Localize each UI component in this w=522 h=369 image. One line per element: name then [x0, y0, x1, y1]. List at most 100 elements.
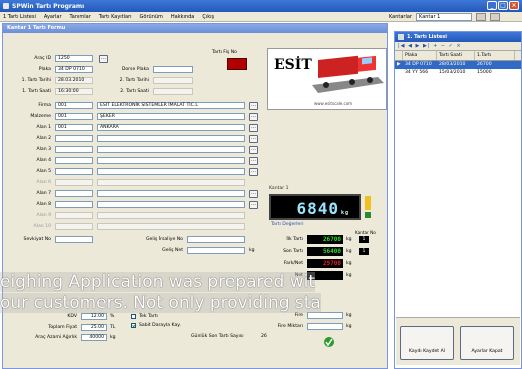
- arac-azami-field[interactable]: 40000: [81, 334, 107, 341]
- kaydi-kaydet-button[interactable]: Kaydı Kaydet Al: [400, 326, 454, 360]
- tarti2-saat-field[interactable]: [153, 88, 193, 95]
- menu-gorunum[interactable]: Görünüm: [140, 14, 163, 20]
- alan1-lookup-button[interactable]: …: [249, 124, 258, 132]
- tarti1-tarih-field[interactable]: 28.03.2010: [55, 77, 93, 84]
- alan4-name-field[interactable]: [97, 157, 245, 164]
- malzeme-name-field[interactable]: ŞEKER: [97, 113, 245, 120]
- alan7-name-field[interactable]: [97, 190, 245, 197]
- row-deger: 15000: [477, 70, 492, 75]
- sabit-dara-checkbox[interactable]: [131, 323, 136, 328]
- list-navigator[interactable]: |◀ ◀ ▶ ▶| + − ✓ ×: [395, 42, 521, 51]
- kdv-field[interactable]: 12.00: [81, 313, 107, 320]
- malzeme-code-field[interactable]: 001: [55, 113, 93, 120]
- toolbar-button-1[interactable]: [476, 13, 486, 21]
- alan8-name-field[interactable]: [97, 201, 245, 208]
- fire-label: Fire: [294, 313, 303, 318]
- alan5-name-field[interactable]: [97, 168, 245, 175]
- row-marker: ▶: [397, 62, 401, 67]
- sevkiyat-label: Sevkiyat No: [23, 237, 51, 242]
- row-plaka: 34 YY 566: [405, 70, 429, 75]
- alan2-name-field[interactable]: [97, 135, 245, 142]
- gelis-irsaliye-field[interactable]: [187, 236, 245, 243]
- alan2-lookup-button[interactable]: …: [249, 135, 258, 143]
- weight-display: 6840 kg: [269, 194, 361, 220]
- fark-net-label: Fark/Net: [283, 261, 303, 266]
- caption-line-2-text: our customers. Not only providing sta: [0, 293, 321, 313]
- alan7-lookup-button[interactable]: …: [249, 190, 258, 198]
- menu-ayarlar[interactable]: Ayarlar: [44, 14, 62, 20]
- weight-unit: kg: [340, 210, 349, 216]
- alan3-lookup-button[interactable]: …: [249, 146, 258, 154]
- ilk-tarti-label: İlk Tartı: [286, 237, 303, 242]
- list-row[interactable]: ▶ 34 DP 0710 28/03/2010 26700: [395, 61, 521, 69]
- tarti1-saat-field[interactable]: 16:30:00: [55, 88, 93, 95]
- tek-tarti-checkbox[interactable]: [131, 314, 136, 319]
- alan7-code-field[interactable]: [55, 190, 93, 197]
- column-1-tarti[interactable]: 1.Tartı: [475, 51, 515, 60]
- toplam-fiyat-field[interactable]: 25.00: [81, 324, 107, 331]
- minimize-button[interactable]: _: [487, 1, 497, 10]
- signal-bar-icon: [365, 196, 371, 218]
- alan3-code-field[interactable]: [55, 146, 93, 153]
- tarti-fis-no-display: [227, 58, 247, 70]
- close-button[interactable]: ×: [509, 1, 519, 10]
- truck-scale-icon: [312, 55, 384, 93]
- kantar-selector: Kantarlar Kantar 1: [389, 13, 500, 21]
- alan5-label: Alan 5: [36, 169, 51, 174]
- alan2-code-field[interactable]: [55, 135, 93, 142]
- list-row[interactable]: 34 YY 566 15/03/2010 15000: [395, 69, 521, 77]
- malzeme-label: Malzeme: [30, 114, 51, 119]
- firma-name-field[interactable]: ESİT ELEKTRONİK SİSTEMLER İMALAT TİC.L: [97, 102, 245, 109]
- firma-label: Firma: [38, 103, 51, 108]
- menu-hakkinda[interactable]: Hakkında: [171, 14, 194, 20]
- alan9-name-field[interactable]: [97, 212, 245, 219]
- sevkiyat-field[interactable]: [55, 236, 93, 243]
- alan4-code-field[interactable]: [55, 157, 93, 164]
- malzeme-lookup-button[interactable]: …: [249, 113, 258, 121]
- fire-field[interactable]: [307, 312, 343, 319]
- maximize-button[interactable]: □: [498, 1, 508, 10]
- alan10-code-field[interactable]: [55, 223, 93, 230]
- son-tarti-unit: kg: [346, 249, 352, 254]
- fark-net-value: 29700: [307, 259, 343, 268]
- arac-lookup-button[interactable]: …: [99, 55, 108, 63]
- alan9-code-field[interactable]: [55, 212, 93, 219]
- alan1-code-field[interactable]: 001: [55, 124, 93, 131]
- column-tarti-saati[interactable]: Tartı Saati: [437, 51, 475, 60]
- tarti2-saat-label: 2. Tartı Saati: [120, 89, 149, 94]
- firma-lookup-button[interactable]: …: [249, 102, 258, 110]
- alan8-code-field[interactable]: [55, 201, 93, 208]
- alan5-code-field[interactable]: [55, 168, 93, 175]
- plaka-field[interactable]: 34 DP 0710: [55, 66, 93, 73]
- menu-tanimlar[interactable]: Tanımlar: [70, 14, 91, 20]
- alan3-name-field[interactable]: [97, 146, 245, 153]
- son-tarti-value: 56400: [307, 247, 343, 256]
- tarti1-tarih-label: 1. Tartı Tarihi: [21, 78, 51, 83]
- gelis-net-field[interactable]: [187, 247, 245, 254]
- firma-code-field[interactable]: 001: [55, 102, 93, 109]
- kantar-select[interactable]: Kantar 1: [416, 13, 472, 21]
- ayarlar-kapat-button[interactable]: Ayarlar Kapat: [460, 326, 514, 360]
- tarti2-tarih-field[interactable]: [153, 77, 193, 84]
- arac-id-field[interactable]: 1250: [55, 55, 93, 62]
- alan8-lookup-button[interactable]: …: [249, 201, 258, 209]
- website-url: www.esitscale.com: [314, 101, 353, 106]
- alan10-name-field[interactable]: [97, 223, 245, 230]
- menu-tarti-listesi[interactable]: 1 Tartı Listesi: [3, 14, 36, 20]
- menu-tarti-kayitlari[interactable]: Tartı Kayıtları: [99, 14, 132, 20]
- column-plaka[interactable]: Plaka: [403, 51, 437, 60]
- alan6-code-field[interactable]: [55, 179, 93, 186]
- alan7-label: Alan 7: [36, 191, 51, 196]
- save-check-icon[interactable]: [323, 336, 335, 348]
- toolbar-button-2[interactable]: [490, 13, 500, 21]
- dorse-plaka-field[interactable]: [153, 66, 193, 73]
- alan5-lookup-button[interactable]: …: [249, 168, 258, 176]
- alan4-lookup-button[interactable]: …: [249, 157, 258, 165]
- menu-cikis[interactable]: Çıkış: [202, 14, 214, 20]
- tarti-fis-no-label: Tartı Fiş No: [212, 50, 237, 55]
- alan1-name-field[interactable]: ANKARA: [97, 124, 245, 131]
- tarti-degerleri-title: Tartı Değerleri: [271, 222, 304, 227]
- list-button-bar: Kaydı Kaydet Al Ayarlar Kapat: [396, 317, 520, 365]
- fire-miktari-field[interactable]: [307, 323, 343, 330]
- alan6-name-field[interactable]: [97, 179, 245, 186]
